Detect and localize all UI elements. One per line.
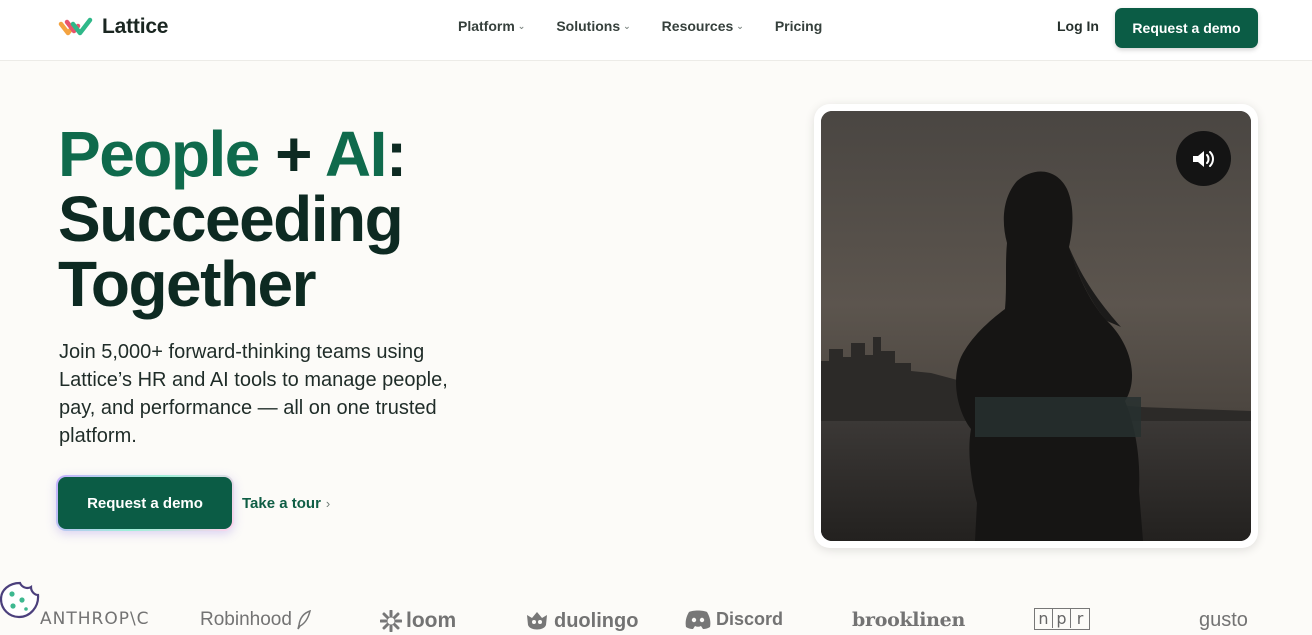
main-nav: Platform ⌄ Solutions ⌄ Resources ⌄ Prici… <box>458 18 853 34</box>
headline-people: People <box>58 118 260 190</box>
hero-headline: People + AI: Succeeding Together <box>58 122 538 317</box>
hero-subtext: Join 5,000+ forward-thinking teams using… <box>59 341 448 447</box>
loom-wordmark: loom <box>406 609 457 632</box>
nav-platform-label: Platform <box>458 18 515 34</box>
npr-letter: p <box>1053 609 1071 628</box>
duolingo-owl-icon <box>527 612 547 630</box>
nav-platform[interactable]: Platform ⌄ <box>458 18 525 34</box>
logo-wordmark: Lattice <box>102 15 169 38</box>
headline-plus: + <box>258 118 325 190</box>
nav-resources[interactable]: Resources ⌄ <box>662 18 744 34</box>
headline-line3: Together <box>58 248 317 320</box>
nav-resources-label: Resources <box>661 18 734 34</box>
cookie-settings-button[interactable] <box>0 580 40 620</box>
discord-icon <box>685 610 711 629</box>
feather-icon <box>297 610 311 630</box>
headline-line2: Succeeding <box>58 183 404 255</box>
duolingo-wordmark: duolingo <box>554 609 639 632</box>
robinhood-wordmark: Robinhood <box>200 609 292 630</box>
chevron-down-icon: ⌄ <box>623 20 631 31</box>
take-a-tour-label: Take a tour <box>242 495 321 512</box>
npr-box: n p r <box>1034 608 1090 630</box>
site-header: Lattice Platform ⌄ Solutions ⌄ Resources… <box>0 0 1312 61</box>
npr-logo: n p r <box>1034 608 1090 630</box>
cookie-icon <box>0 581 40 619</box>
headline-colon: : <box>385 118 407 190</box>
login-link[interactable]: Log In <box>1057 18 1099 34</box>
hero-video[interactable] <box>821 111 1251 541</box>
headline-ai: AI <box>324 118 388 190</box>
npr-letter: n <box>1035 609 1053 628</box>
nav-pricing[interactable]: Pricing <box>775 18 822 34</box>
request-demo-hero-button[interactable]: Request a demo <box>58 477 232 529</box>
loom-burst-icon <box>380 610 402 632</box>
lattice-logo-icon <box>58 17 93 36</box>
request-demo-hero-wrapper: Request a demo <box>56 475 234 531</box>
speaker-icon <box>1192 150 1214 167</box>
request-demo-header-button[interactable]: Request a demo <box>1115 8 1258 48</box>
duolingo-logo: duolingo <box>524 609 638 633</box>
nav-pricing-label: Pricing <box>774 18 823 34</box>
chevron-down-icon: ⌄ <box>736 20 744 31</box>
lattice-logo[interactable]: Lattice <box>58 15 168 39</box>
robinhood-logo: Robinhood <box>200 609 312 631</box>
customer-logo-strip: ANTHROP\C Robinhood loom duolingo Discor… <box>0 592 1312 635</box>
chevron-down-icon: ⌄ <box>517 20 526 31</box>
discord-logo: Discord <box>684 609 783 630</box>
anthropic-logo: ANTHROP\C <box>40 609 150 629</box>
nav-solutions[interactable]: Solutions ⌄ <box>556 18 630 34</box>
take-a-tour-link[interactable]: Take a tour › <box>242 495 330 512</box>
chevron-right-icon: › <box>325 496 331 511</box>
nav-solutions-label: Solutions <box>556 18 621 34</box>
brooklinen-logo: brooklinen <box>852 609 965 631</box>
sound-toggle-button[interactable] <box>1176 131 1231 186</box>
hero-video-card <box>814 104 1258 548</box>
loom-logo: loom <box>380 609 456 633</box>
npr-letter: r <box>1076 609 1084 628</box>
gusto-logo: gusto <box>1199 609 1248 631</box>
discord-wordmark: Discord <box>716 609 784 629</box>
